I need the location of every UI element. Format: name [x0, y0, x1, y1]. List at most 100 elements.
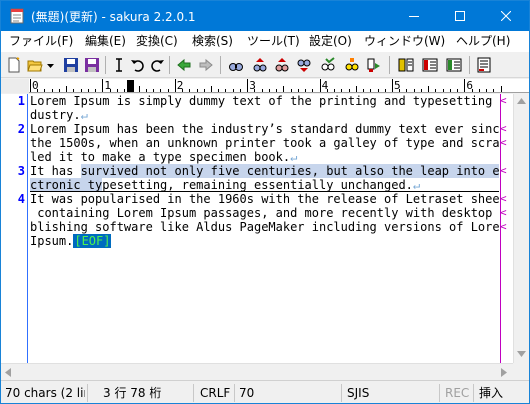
ruler-number: 4 [321, 79, 329, 92]
jump-forward-button[interactable] [197, 56, 215, 74]
menu-tools[interactable]: ツール(T) [247, 34, 300, 49]
menu-file[interactable]: ファイル(F) [9, 34, 73, 49]
find-prev-button[interactable] [251, 56, 269, 74]
scroll-left-icon[interactable] [5, 368, 11, 377]
ruler-tick [493, 89, 495, 92]
open-dropdown-button[interactable] [45, 56, 57, 74]
text-segment: the 1500s, when an unknown printer took … [30, 136, 499, 150]
ruler-number: 5 [394, 79, 401, 92]
text-row: It has survived not only five centuries,… [30, 164, 499, 178]
ruler-tick [478, 89, 480, 92]
grep-button[interactable] [365, 56, 383, 74]
compare-button[interactable] [397, 56, 415, 74]
search-icon [229, 63, 243, 71]
wrap-mark: < [500, 220, 507, 233]
function-list-icon [446, 58, 462, 72]
outline-icon [422, 58, 438, 72]
ruler-tick [124, 89, 126, 92]
selected-text: survived not only five centuries, but al… [80, 164, 499, 178]
maximize-button[interactable] [437, 1, 483, 31]
replace-button[interactable] [319, 56, 337, 74]
ruler-tick [312, 89, 314, 92]
horizontal-scrollbar[interactable] [1, 363, 513, 380]
outline-button[interactable] [421, 56, 439, 74]
wrap-mark: < [500, 136, 507, 149]
toolbar-separator [105, 56, 106, 74]
vertical-scrollbar[interactable] [513, 94, 529, 363]
ruler-tick [486, 89, 488, 92]
menu-search[interactable]: 検索(S) [192, 34, 233, 49]
open-file-button[interactable] [26, 56, 44, 74]
toolbar [1, 52, 529, 78]
minimize-button[interactable] [391, 1, 437, 31]
ruler-tick [73, 89, 75, 92]
editor-area[interactable]: 1 2 3 4 Lorem Ipsum is simply dummy text… [1, 94, 513, 363]
ruler-tick [442, 89, 444, 92]
text-row: Lorem Ipsum has been the industry’s stan… [30, 122, 499, 136]
ruler-tick [420, 89, 422, 92]
status-separator [341, 384, 342, 402]
title-bar[interactable]: (無題)(更新) - sakura 2.2.0.1 [1, 1, 529, 31]
search-button[interactable] [227, 56, 245, 74]
ruler-tick [66, 86, 68, 92]
scroll-right-icon[interactable] [501, 368, 507, 377]
ruler-tick [102, 79, 104, 92]
status-separator [439, 384, 440, 402]
ruler-tick [30, 79, 31, 92]
ruler: 0 1 2 3 4 5 6 [1, 79, 529, 93]
function-list-button[interactable] [445, 56, 463, 74]
highlight-button[interactable] [343, 56, 361, 74]
compare-icon [398, 58, 414, 72]
save-all-button[interactable] [83, 56, 101, 74]
save-all-icon [85, 58, 99, 72]
menu-edit[interactable]: 編集(E) [85, 34, 126, 49]
find-next-button[interactable] [273, 56, 291, 74]
new-file-button[interactable] [5, 56, 23, 74]
selected-text: ctronic ty [30, 178, 103, 192]
close-button[interactable] [483, 1, 529, 31]
ruler-tick [131, 89, 133, 92]
jump-back-button[interactable] [175, 56, 193, 74]
undo-icon [131, 60, 144, 72]
toolbar-separator [220, 56, 221, 74]
status-line-ending: CRLF [200, 386, 231, 400]
status-separator [87, 384, 88, 402]
menu-settings[interactable]: 設定(O) [309, 34, 352, 49]
settings-button[interactable] [475, 56, 493, 74]
cursor-button[interactable] [110, 56, 128, 74]
ruler-tick [341, 89, 343, 92]
search-bookmark-button[interactable] [295, 56, 313, 74]
menu-convert[interactable]: 変換(C) [136, 34, 178, 49]
ruler-number: 6 [466, 79, 474, 92]
ruler-number: 1 [104, 79, 112, 92]
scroll-up-icon[interactable] [517, 98, 526, 104]
ruler-tick [363, 89, 365, 92]
status-char-code: 70 [239, 386, 255, 400]
scroll-down-icon[interactable] [517, 351, 526, 357]
ruler-tick [232, 89, 234, 92]
text-row: containing Lorem Ipsum passages, and mor… [30, 206, 499, 220]
text-segment: blishing software like Aldus PageMaker i… [30, 220, 499, 234]
line-break-mark: ↵ [412, 178, 421, 192]
highlight-icon [345, 58, 359, 71]
save-button[interactable] [62, 56, 80, 74]
text-segment: containing Lorem Ipsum passages, and mor… [30, 206, 499, 220]
undo-button[interactable] [129, 56, 147, 74]
window-title: (無題)(更新) - sakura 2.2.0.1 [31, 10, 196, 24]
redo-button[interactable] [148, 56, 166, 74]
toolbar-separator [389, 56, 390, 74]
ruler-tick [449, 89, 451, 92]
line-number: 2 [17, 122, 25, 136]
ruler-tick [160, 89, 162, 92]
toolbar-separator [469, 56, 470, 74]
text-row: dustry.↵ [30, 108, 88, 122]
close-icon [501, 11, 511, 21]
text-row: Ipsum.[EOF] [30, 234, 112, 248]
status-separator [473, 384, 474, 402]
menu-help[interactable]: ヘルプ(H) [456, 34, 510, 49]
text-row: Lorem Ipsum is simply dummy text of the … [30, 94, 499, 108]
dropdown-arrow-icon [47, 64, 54, 68]
text-content[interactable]: Lorem Ipsum is simply dummy text of the … [30, 94, 499, 363]
text-segment: Ipsum. [30, 234, 74, 248]
menu-window[interactable]: ウィンドウ(W) [364, 34, 445, 49]
